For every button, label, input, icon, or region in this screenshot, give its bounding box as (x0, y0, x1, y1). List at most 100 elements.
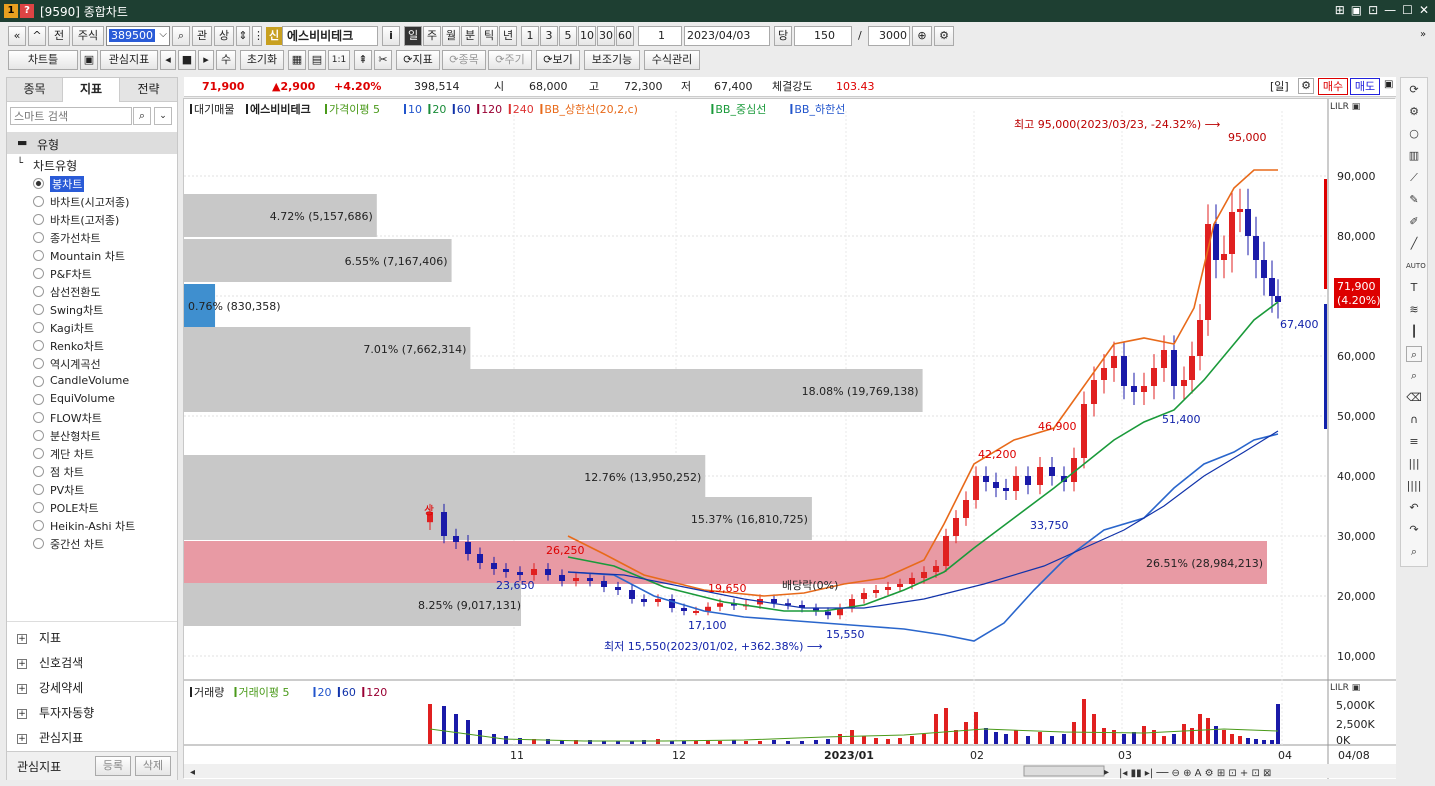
fib-icon[interactable]: ≋ (1406, 302, 1422, 318)
maximize-button[interactable]: ☐ (1402, 3, 1413, 17)
radio-button[interactable] (33, 322, 44, 333)
window-ctrl-icon[interactable]: ⊞ (1335, 3, 1345, 17)
search-icon[interactable]: ⌕ (172, 26, 190, 46)
interval-1-button[interactable]: 1 (521, 26, 539, 46)
bars-icon[interactable]: ||| (1406, 456, 1422, 472)
period-minute-button[interactable]: 분 (461, 26, 479, 46)
tab-strategy[interactable]: 전략 (119, 78, 177, 102)
radio-button[interactable] (33, 178, 44, 189)
chart-type-item[interactable]: 역시계곡선 (50, 356, 101, 372)
interval-30-button[interactable]: 30 (597, 26, 615, 46)
layout-icon[interactable]: ▤ (308, 50, 326, 70)
chart-type-item[interactable]: 분산형차트 (50, 428, 101, 444)
chart-type-item[interactable]: 바차트(고저종) (50, 212, 119, 228)
search-icon[interactable]: ⌕ (1406, 544, 1422, 560)
radio-button[interactable] (33, 484, 44, 495)
chart-frame-button[interactable]: 차트틀 (8, 50, 78, 70)
radio-button[interactable] (33, 196, 44, 207)
trend-tool-icon[interactable]: ⟋ (1406, 170, 1422, 186)
tab-indicator[interactable]: 지표 (63, 78, 119, 102)
grid-icon[interactable]: ▦ (288, 50, 306, 70)
tab-stock[interactable]: 종목 (7, 78, 63, 102)
section-investor[interactable]: + 투자자동향 (17, 704, 94, 721)
su-button[interactable]: 수 (216, 50, 236, 70)
radio-button[interactable] (33, 520, 44, 531)
pen-icon[interactable]: ✎ (1406, 192, 1422, 208)
dang-button[interactable]: 당 (774, 26, 792, 46)
window-ctrl-icon[interactable]: ⊡ (1368, 3, 1378, 17)
chart-type-item[interactable]: POLE차트 (50, 500, 99, 516)
settings-icon[interactable]: ⚙ (1298, 78, 1314, 94)
radio-button[interactable] (33, 448, 44, 459)
chart-type-item[interactable]: 종가선차트 (50, 230, 101, 246)
radio-button[interactable] (33, 358, 44, 369)
unit-select[interactable]: 1 (638, 26, 682, 46)
help-icon[interactable]: ? (20, 4, 34, 18)
formula-manage-button[interactable]: 수식관리 (644, 50, 700, 70)
view-button[interactable]: ⟳보기 (536, 50, 580, 70)
save-icon[interactable]: ▣ (80, 50, 98, 70)
prev-button[interactable]: 전 (48, 26, 70, 46)
chart-type-item[interactable]: P&F차트 (50, 266, 92, 282)
chart-type-item[interactable]: PV차트 (50, 482, 84, 498)
reset-button[interactable]: 초기화 (240, 50, 284, 70)
period-year-button[interactable]: 년 (499, 26, 517, 46)
gwan-button[interactable]: 관 (192, 26, 212, 46)
delete-button[interactable]: 삭제 (135, 756, 171, 776)
eraser-icon[interactable]: ⌫ (1406, 390, 1422, 406)
section-interest[interactable]: + 관심지표 (17, 729, 83, 746)
chart-type-item[interactable]: 봉차트 (50, 176, 85, 192)
text-tool-icon[interactable]: T (1406, 280, 1422, 296)
scroll-left-icon[interactable]: ◂ (160, 50, 176, 70)
line-icon[interactable]: ╱ (1406, 236, 1422, 252)
refresh-icon[interactable]: ⟳ (1406, 82, 1422, 98)
menu-dots-icon[interactable]: ⋮ (252, 26, 262, 46)
smart-search-input[interactable] (10, 107, 132, 125)
interval-5-button[interactable]: 5 (559, 26, 577, 46)
radio-button[interactable] (33, 286, 44, 297)
pencil-icon[interactable]: ✐ (1406, 214, 1422, 230)
radio-button[interactable] (33, 268, 44, 279)
expand-icon[interactable]: » (1420, 29, 1426, 40)
chart-type-item[interactable]: 바차트(시고저종) (50, 194, 129, 210)
gear-icon[interactable]: ⚙ (1406, 104, 1422, 120)
pane-icon[interactable]: ▣ (1384, 79, 1393, 90)
radio-button[interactable] (33, 376, 44, 387)
indicator-button[interactable]: ⟳지표 (396, 50, 440, 70)
stock-code-input[interactable]: 389500 ⌵ (106, 26, 170, 46)
interval-3-button[interactable]: 3 (540, 26, 558, 46)
market-button[interactable]: 주식 (72, 26, 104, 46)
interest-indicator-button[interactable]: 관심지표 (100, 50, 158, 70)
stop-icon[interactable]: ■ (178, 50, 196, 70)
search-icon[interactable]: ⌕ (133, 107, 151, 125)
period-button[interactable]: ⟳주기 (488, 50, 532, 70)
group-header[interactable]: ▬ 유형 (7, 132, 177, 154)
minimize-button[interactable]: — (1384, 3, 1396, 17)
period-day-button[interactable]: 일 (404, 26, 422, 46)
interval-60-button[interactable]: 60 (616, 26, 634, 46)
section-strength[interactable]: + 강세약세 (17, 679, 83, 696)
bars-alt-icon[interactable]: |||| (1406, 478, 1422, 494)
period-tick-button[interactable]: 틱 (480, 26, 498, 46)
spinner-icon[interactable]: ⇕ (236, 26, 250, 46)
period-month-button[interactable]: 월 (442, 26, 460, 46)
chart-type-item[interactable]: 계단 차트 (50, 446, 94, 462)
radio-button[interactable] (33, 340, 44, 351)
chart-icon[interactable]: ▥ (1406, 148, 1422, 164)
radio-button[interactable] (33, 214, 44, 225)
candle-icon[interactable]: ┃ (1406, 324, 1422, 340)
chart-type-item[interactable]: 삼선전환도 (50, 284, 101, 300)
period-week-button[interactable]: 주 (423, 26, 441, 46)
count-input[interactable]: 150 (794, 26, 852, 46)
interval-10-button[interactable]: 10 (578, 26, 596, 46)
chevron-down-icon[interactable]: ⌵ (159, 29, 167, 40)
cursor-icon[interactable]: ⇞ (354, 50, 372, 70)
zoom-icon[interactable]: ⌕ (1406, 346, 1422, 362)
radio-button[interactable] (33, 412, 44, 423)
stock-name-field[interactable]: 에스비비테크 (282, 26, 378, 46)
close-button[interactable]: ✕ (1419, 3, 1429, 17)
date-input[interactable]: 2023/04/03 (684, 26, 770, 46)
buy-button[interactable]: 매수 (1318, 78, 1348, 95)
total-input[interactable]: 3000 (868, 26, 910, 46)
chart-type-item[interactable]: Swing차트 (50, 302, 103, 318)
